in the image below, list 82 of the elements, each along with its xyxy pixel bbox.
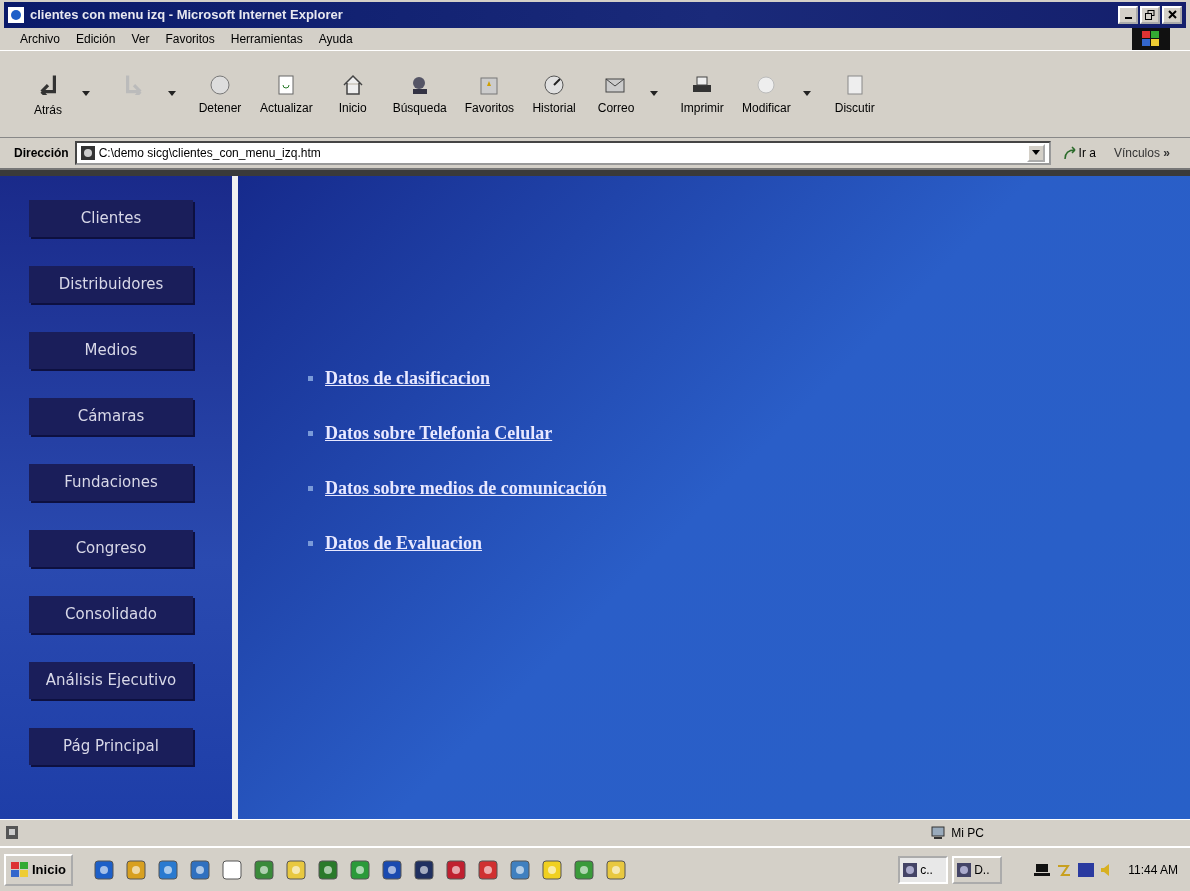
laptop-icon[interactable] xyxy=(1034,862,1051,877)
caret-icon xyxy=(1031,149,1040,156)
toolbar-button[interactable]: Búsqueda xyxy=(386,70,453,117)
links-button[interactable]: Vínculos » xyxy=(1107,144,1176,161)
app-icon[interactable] xyxy=(476,858,499,881)
app-icon[interactable] xyxy=(156,858,179,881)
menu-item[interactable]: Archivo xyxy=(20,31,60,46)
link[interactable]: Datos sobre medios de comunicación xyxy=(325,477,607,499)
bullet-icon xyxy=(308,375,313,381)
close-button[interactable] xyxy=(1162,5,1182,24)
window-icon xyxy=(903,862,918,877)
app-icon[interactable] xyxy=(188,858,211,881)
toolbar-button[interactable]: Historial xyxy=(526,70,583,117)
caret-icon[interactable] xyxy=(802,90,811,97)
app-icon[interactable] xyxy=(316,858,339,881)
clock: 11:44 AM xyxy=(1128,862,1178,877)
app-icon[interactable] xyxy=(572,858,595,881)
sidebar-item[interactable]: Fundaciones xyxy=(29,463,193,501)
address-label: Dirección xyxy=(14,145,69,160)
sidebar-item[interactable]: Medios xyxy=(29,331,193,369)
restore-button[interactable] xyxy=(1140,5,1160,24)
toolbar-button[interactable]: Atrás xyxy=(20,68,76,120)
app-icon[interactable] xyxy=(252,858,275,881)
sidebar-item[interactable]: Pág Principal xyxy=(29,727,193,765)
app-icon[interactable] xyxy=(380,858,403,881)
app-icon[interactable] xyxy=(348,858,371,881)
toolbar-button[interactable]: Discutir xyxy=(826,70,883,117)
back-arrow-icon xyxy=(40,74,56,96)
sidebar-item[interactable]: Distribuidores xyxy=(29,265,193,303)
menu-item[interactable]: Ayuda xyxy=(318,31,353,46)
forward-arrow-icon xyxy=(126,74,142,96)
menu-item[interactable]: Ver xyxy=(131,31,150,46)
sidebar-item[interactable]: Consolidado xyxy=(29,595,193,633)
toolbar-button[interactable]: Actualizar xyxy=(254,70,319,117)
stop-icon xyxy=(207,72,233,97)
toolbar-button[interactable]: Correo xyxy=(588,70,645,117)
bullet-icon xyxy=(308,485,313,491)
bullet-icon xyxy=(308,430,313,436)
link[interactable]: Datos de clasificacion xyxy=(325,367,490,389)
toolbar-button[interactable]: Detener xyxy=(192,70,248,117)
start-button[interactable]: Inicio xyxy=(4,853,73,886)
page-icon xyxy=(80,145,95,160)
menu-item[interactable]: Herramientas xyxy=(230,31,303,46)
task-button[interactable]: c.. xyxy=(898,855,949,884)
browser-icon xyxy=(8,6,24,23)
app-icon[interactable] xyxy=(412,858,435,881)
minimize-icon xyxy=(1124,16,1132,19)
app-icon[interactable] xyxy=(508,858,531,881)
toolbar-button[interactable]: Inicio xyxy=(324,70,381,117)
tray-icon[interactable] xyxy=(1078,862,1095,877)
sidebar-item[interactable]: Cámaras xyxy=(29,397,193,435)
dropdown-button[interactable] xyxy=(1026,143,1045,162)
minimize-button[interactable] xyxy=(1118,5,1138,24)
app-icon[interactable] xyxy=(444,858,467,881)
sidebar-item[interactable]: Análisis Ejecutivo xyxy=(29,661,193,699)
address-field[interactable]: C:\demo sicg\clientes_con_menu_izq.htm xyxy=(74,140,1051,165)
link[interactable]: Datos de Evaluacion xyxy=(325,532,483,554)
caret-icon[interactable] xyxy=(650,90,659,97)
toolbar-button[interactable]: Favoritos xyxy=(458,70,521,117)
toolbar-button[interactable]: Imprimir xyxy=(674,70,731,117)
sidebar-item[interactable]: Congreso xyxy=(29,529,193,567)
toolbar-button[interactable]: Modificar xyxy=(736,70,797,117)
sidebar-item[interactable]: Clientes xyxy=(29,199,193,237)
arrow-icon xyxy=(1062,145,1077,160)
bullet-icon xyxy=(308,540,313,546)
caret-icon[interactable] xyxy=(82,90,90,97)
zone-label: Mi PC xyxy=(951,826,984,841)
restore-icon xyxy=(1145,9,1155,20)
go-button[interactable]: Ir a xyxy=(1056,144,1102,161)
windows-logo xyxy=(11,861,29,878)
close-icon xyxy=(1167,10,1177,20)
task-button[interactable]: D.. xyxy=(952,855,1003,884)
app-icon[interactable] xyxy=(124,858,147,881)
computer-icon xyxy=(931,826,948,841)
window-title: clientes con menu izq - Microsoft Internet Explorer xyxy=(30,7,343,23)
menu-item[interactable]: Favoritos xyxy=(165,31,215,46)
app-icon[interactable] xyxy=(92,858,115,881)
menu-item[interactable]: Edición xyxy=(76,31,116,46)
windows-logo xyxy=(1132,27,1170,50)
caret-icon[interactable] xyxy=(168,90,176,97)
window-icon xyxy=(957,862,972,877)
link[interactable]: Datos sobre Telefonia Celular xyxy=(325,422,553,444)
